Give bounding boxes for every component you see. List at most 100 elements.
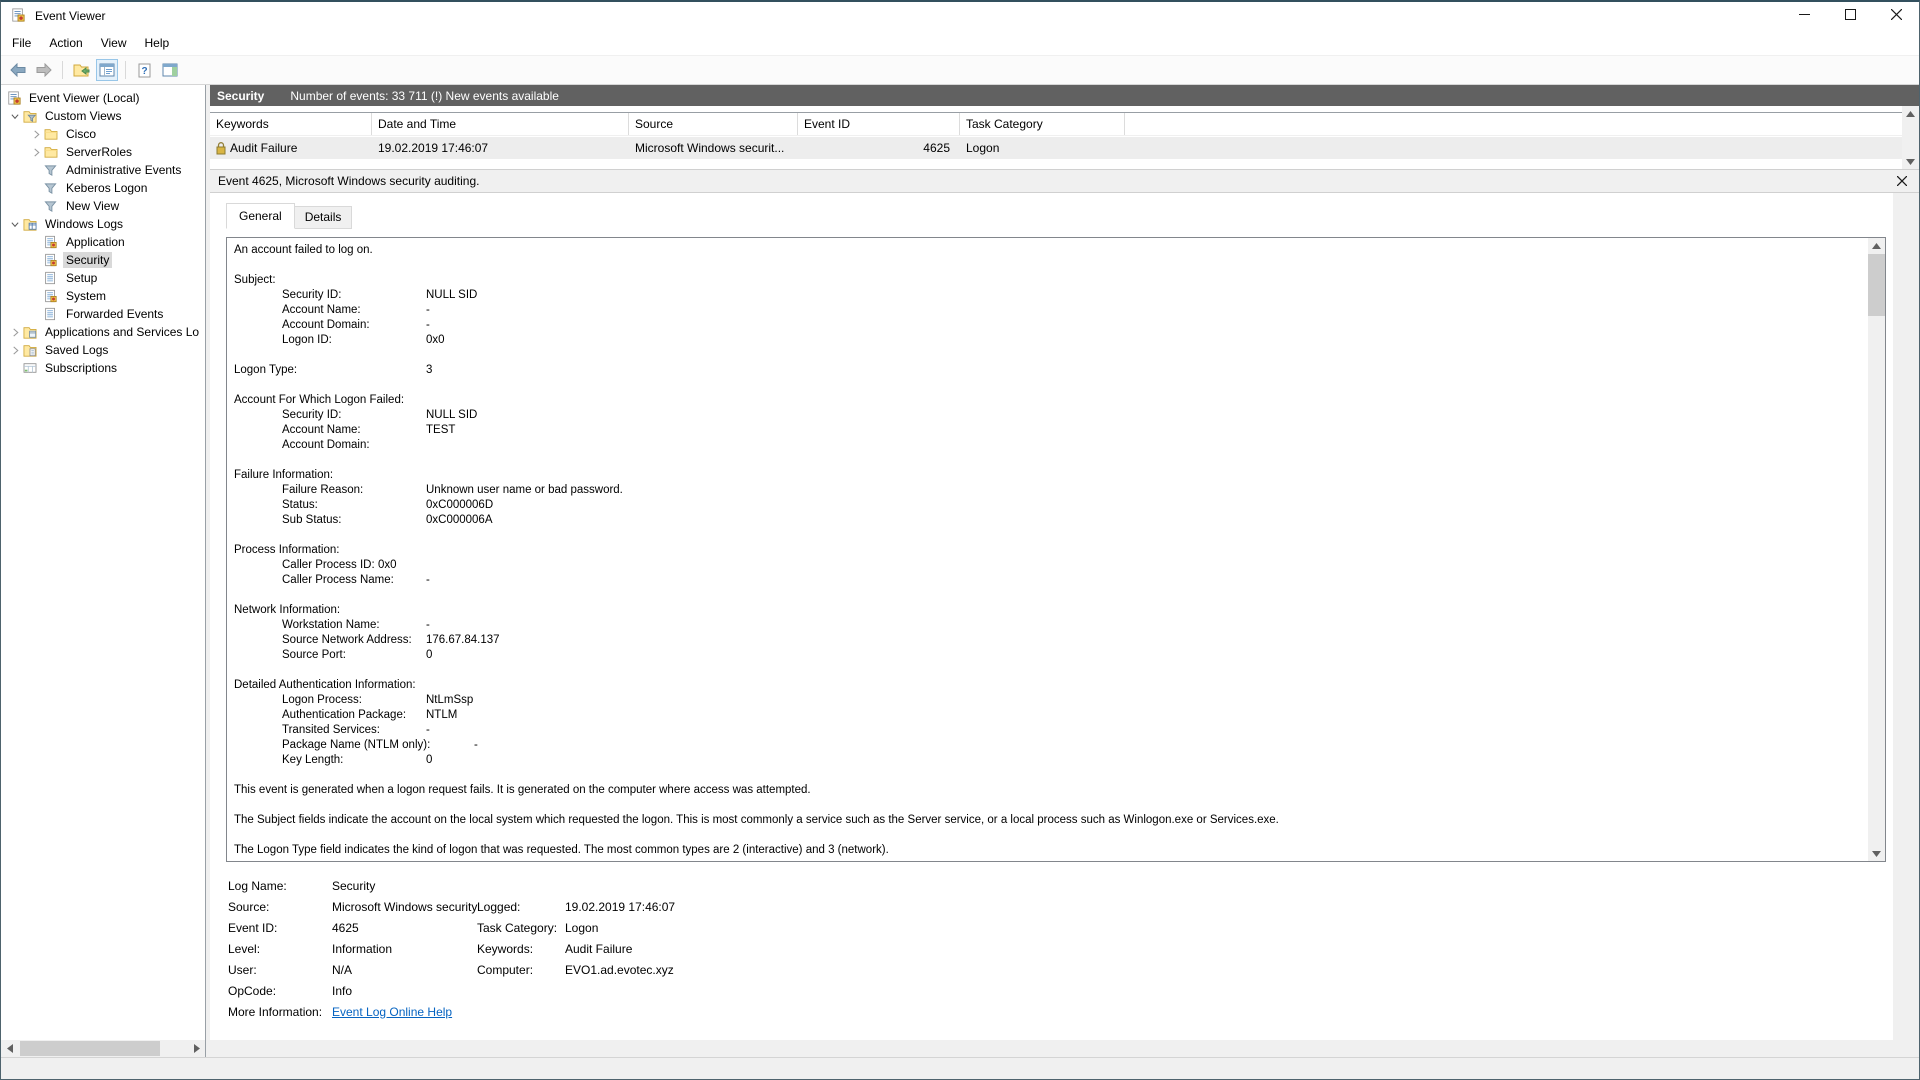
sidebar-item-label: Security [63,252,112,268]
column-header-task-category[interactable]: Task Category [960,113,1125,135]
cell-source: Microsoft Windows securit... [629,137,798,159]
chevron-expanded-icon[interactable] [7,218,23,230]
scroll-left-arrow[interactable] [1,1040,18,1057]
minimize-icon [1799,7,1810,25]
property-label: Computer: [477,963,565,977]
sidebar-item-setup[interactable]: Setup [1,269,205,287]
close-button[interactable] [1873,2,1919,30]
event-table-header: KeywordsDate and TimeSourceEvent IDTask … [210,113,1902,136]
sidebar-horizontal-scrollbar[interactable] [1,1040,205,1057]
sidebar-item-administrative-events[interactable]: Administrative Events [1,161,205,179]
scroll-down-arrow[interactable] [1868,846,1885,861]
property-value: Microsoft Windows security [332,900,477,914]
table-row[interactable]: Audit Failure19.02.2019 17:46:07Microsof… [210,137,1902,159]
close-event-details-button[interactable] [1897,176,1907,186]
windows-logs-icon [23,217,39,231]
sidebar-item-custom-views[interactable]: Custom Views [1,107,205,125]
sidebar-item-label: Forwarded Events [63,306,166,322]
property-label: More Information: [228,1005,332,1019]
tab-general[interactable]: General [226,203,295,229]
property-label: Task Category: [477,921,565,935]
action-pane-icon[interactable] [159,59,181,81]
sidebar-item-security[interactable]: Security [1,251,205,269]
sidebar-item-forwarded-events[interactable]: Forwarded Events [1,305,205,323]
chevron-placeholder [28,254,44,266]
property-label: User: [228,963,332,977]
property-value: Logon [565,921,1886,935]
property-value: 19.02.2019 17:46:07 [565,900,1886,914]
column-header-source[interactable]: Source [629,113,798,135]
sidebar-item-subscriptions[interactable]: Subscriptions [1,359,205,377]
help-icon[interactable]: ? [133,59,155,81]
sidebar-item-new-view[interactable]: New View [1,197,205,215]
scrollbar-thumb[interactable] [1868,254,1885,316]
scrollbar-thumb[interactable] [20,1041,160,1056]
chevron-expanded-icon[interactable] [7,110,23,122]
scroll-down-arrow[interactable] [1902,154,1919,169]
minimize-button[interactable] [1781,2,1827,30]
scroll-up-arrow[interactable] [1868,238,1885,253]
event-details-title: Event 4625, Microsoft Windows security a… [218,174,479,188]
toolbar: ? [1,55,1919,85]
property-value: Info [332,984,477,998]
event-property-row: Event ID:4625Task Category:Logon [228,917,1886,938]
sidebar-item-saved-logs[interactable]: Saved Logs [1,341,205,359]
console-tree-icon[interactable] [96,59,118,81]
sidebar-item-keberos-logon[interactable]: Keberos Logon [1,179,205,197]
chevron-collapsed-icon[interactable] [7,326,23,338]
chevron-placeholder [28,182,44,194]
column-header-keywords[interactable]: Keywords [210,113,372,135]
column-header-event-id[interactable]: Event ID [798,113,960,135]
column-header-date-and-time[interactable]: Date and Time [372,113,629,135]
description-vertical-scrollbar[interactable] [1868,238,1885,861]
sidebar-item-serverroles[interactable]: ServerRoles [1,143,205,161]
folder-icon [44,127,60,141]
menu-view[interactable]: View [92,32,136,54]
sidebar-item-cisco[interactable]: Cisco [1,125,205,143]
forward-icon[interactable] [33,59,55,81]
maximize-icon [1845,7,1856,25]
property-label: Event ID: [228,921,332,935]
property-value: Audit Failure [565,942,1886,956]
maximize-button[interactable] [1827,2,1873,30]
sidebar-item-event-viewer-local[interactable]: Event Viewer (Local) [1,89,205,107]
scrollbar-track[interactable] [18,1040,188,1057]
sidebar-item-label: New View [63,198,122,214]
event-property-row: OpCode:Info [228,980,1886,1001]
chevron-placeholder [28,290,44,302]
sidebar-item-application[interactable]: Application [1,233,205,251]
sidebar-item-windows-logs[interactable]: Windows Logs [1,215,205,233]
filter-icon [44,199,60,213]
menu-file[interactable]: File [3,32,40,54]
back-icon[interactable] [7,59,29,81]
scroll-up-arrow[interactable] [1902,106,1919,121]
cell-task-category: Logon [960,137,1125,159]
chevron-collapsed-icon[interactable] [28,146,44,158]
sidebar-item-label: Application [63,234,128,250]
event-table-vertical-scrollbar[interactable] [1902,106,1919,169]
event-property-row: Log Name:Security [228,875,1886,896]
menu-help[interactable]: Help [136,32,179,54]
chevron-placeholder [28,272,44,284]
sidebar-item-label: ServerRoles [63,144,135,160]
scroll-right-arrow[interactable] [188,1040,205,1057]
menu-action[interactable]: Action [40,32,91,54]
tab-details[interactable]: Details [294,206,353,229]
window-title: Event Viewer [35,9,105,23]
chevron-collapsed-icon[interactable] [28,128,44,140]
main-panel: Security Number of events: 33 711 (!) Ne… [210,85,1919,1057]
sidebar-item-label: Applications and Services Lo [42,324,202,340]
event-tabs: General Details [226,203,1886,229]
sidebar-item-applications-and-services-lo[interactable]: Applications and Services Lo [1,323,205,341]
folder-icon [44,145,60,159]
open-saved-log-icon[interactable] [70,59,92,81]
sidebar-item-system[interactable]: System [1,287,205,305]
window-controls [1781,2,1919,30]
chevron-collapsed-icon[interactable] [7,344,23,356]
property-label: OpCode: [228,984,332,998]
event-log-online-help-link[interactable]: Event Log Online Help [332,1005,452,1019]
cell-event-id: 4625 [798,137,960,159]
event-description-box: An account failed to log on. Subject: Se… [226,237,1886,862]
event-viewer-window: Event Viewer FileActionViewHelp ? Event … [0,0,1920,1080]
property-label: Log Name: [228,879,332,893]
